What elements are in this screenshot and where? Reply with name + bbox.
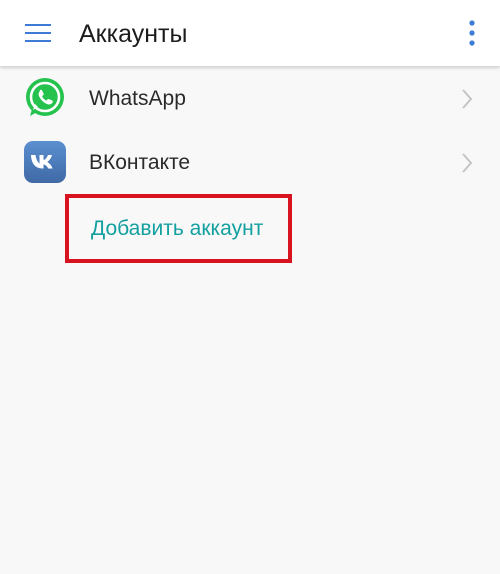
account-item-vk[interactable]: ВКонтакте	[0, 130, 500, 194]
hamburger-menu-icon	[25, 24, 51, 42]
menu-button[interactable]	[17, 16, 59, 50]
app-bar: Аккаунты	[0, 0, 500, 66]
account-label-vk: ВКонтакте	[89, 151, 191, 174]
chevron-right-icon	[462, 89, 473, 109]
vk-icon	[24, 141, 66, 183]
whatsapp-icon	[26, 78, 64, 116]
add-account-highlight: Добавить аккаунт	[65, 194, 292, 263]
more-vertical-icon	[469, 20, 475, 46]
more-options-button[interactable]	[460, 14, 484, 52]
add-account-button[interactable]: Добавить аккаунт	[91, 216, 263, 242]
account-label-whatsapp: WhatsApp	[89, 87, 186, 110]
chevron-right-icon	[462, 153, 473, 173]
account-item-whatsapp[interactable]: WhatsApp	[0, 66, 500, 130]
page-title: Аккаунты	[79, 20, 188, 48]
